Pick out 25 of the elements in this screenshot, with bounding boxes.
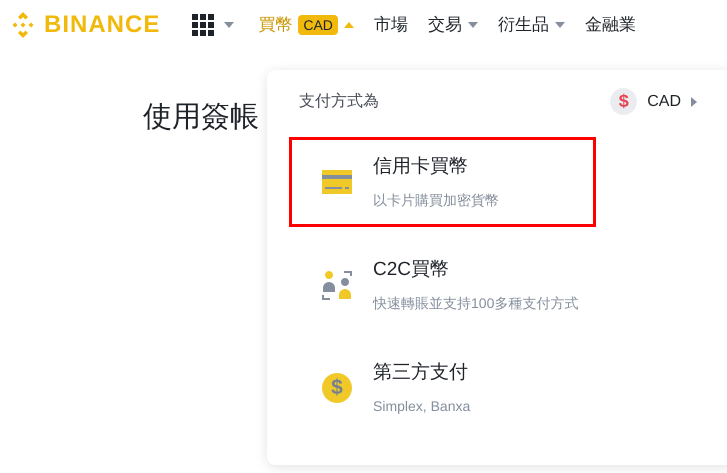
nav-link[interactable]: 交易 xyxy=(428,12,478,38)
option-title: C2C買幣 xyxy=(373,258,450,282)
option-title: 第三方支付 xyxy=(373,361,469,386)
option-description: 快速轉賬並支持100多種支付方式 xyxy=(373,294,578,313)
dollar-coin-icon: $ xyxy=(322,373,352,403)
caret-icon xyxy=(691,96,697,106)
option-description: Simplex, Banxa xyxy=(373,396,470,416)
nav-link[interactable]: 市場 xyxy=(374,12,408,38)
page-heading: 使用簽帳 xyxy=(143,101,259,133)
option-title: 信用卡買幣 xyxy=(373,155,469,180)
payment-option[interactable]: 信用卡買幣 以卡片購買加密貨幣 xyxy=(289,137,596,227)
option-description: 以卡片購買加密貨幣 xyxy=(373,190,499,210)
nav-link[interactable]: 衍生品 xyxy=(498,12,565,38)
people-exchange-icon xyxy=(322,270,352,300)
currency-selector[interactable]: $ CAD xyxy=(610,88,697,115)
nav-link[interactable]: 買幣 CAD xyxy=(258,12,354,38)
currency-badge: CAD xyxy=(298,15,338,35)
payment-label: 支付方式為 xyxy=(299,92,379,112)
nav-link[interactable]: 金融業 xyxy=(584,12,636,38)
logo-text: BINANCE xyxy=(44,10,160,40)
payment-option[interactable]: C2C買幣 快速轉賬並支持100多種支付方式 xyxy=(289,240,596,330)
currency-symbol-icon: $ xyxy=(610,88,638,115)
grid-icon xyxy=(192,14,214,36)
payment-option[interactable]: $ 第三方支付 Simplex, Banxa xyxy=(289,343,596,433)
credit-card-icon xyxy=(322,170,352,194)
